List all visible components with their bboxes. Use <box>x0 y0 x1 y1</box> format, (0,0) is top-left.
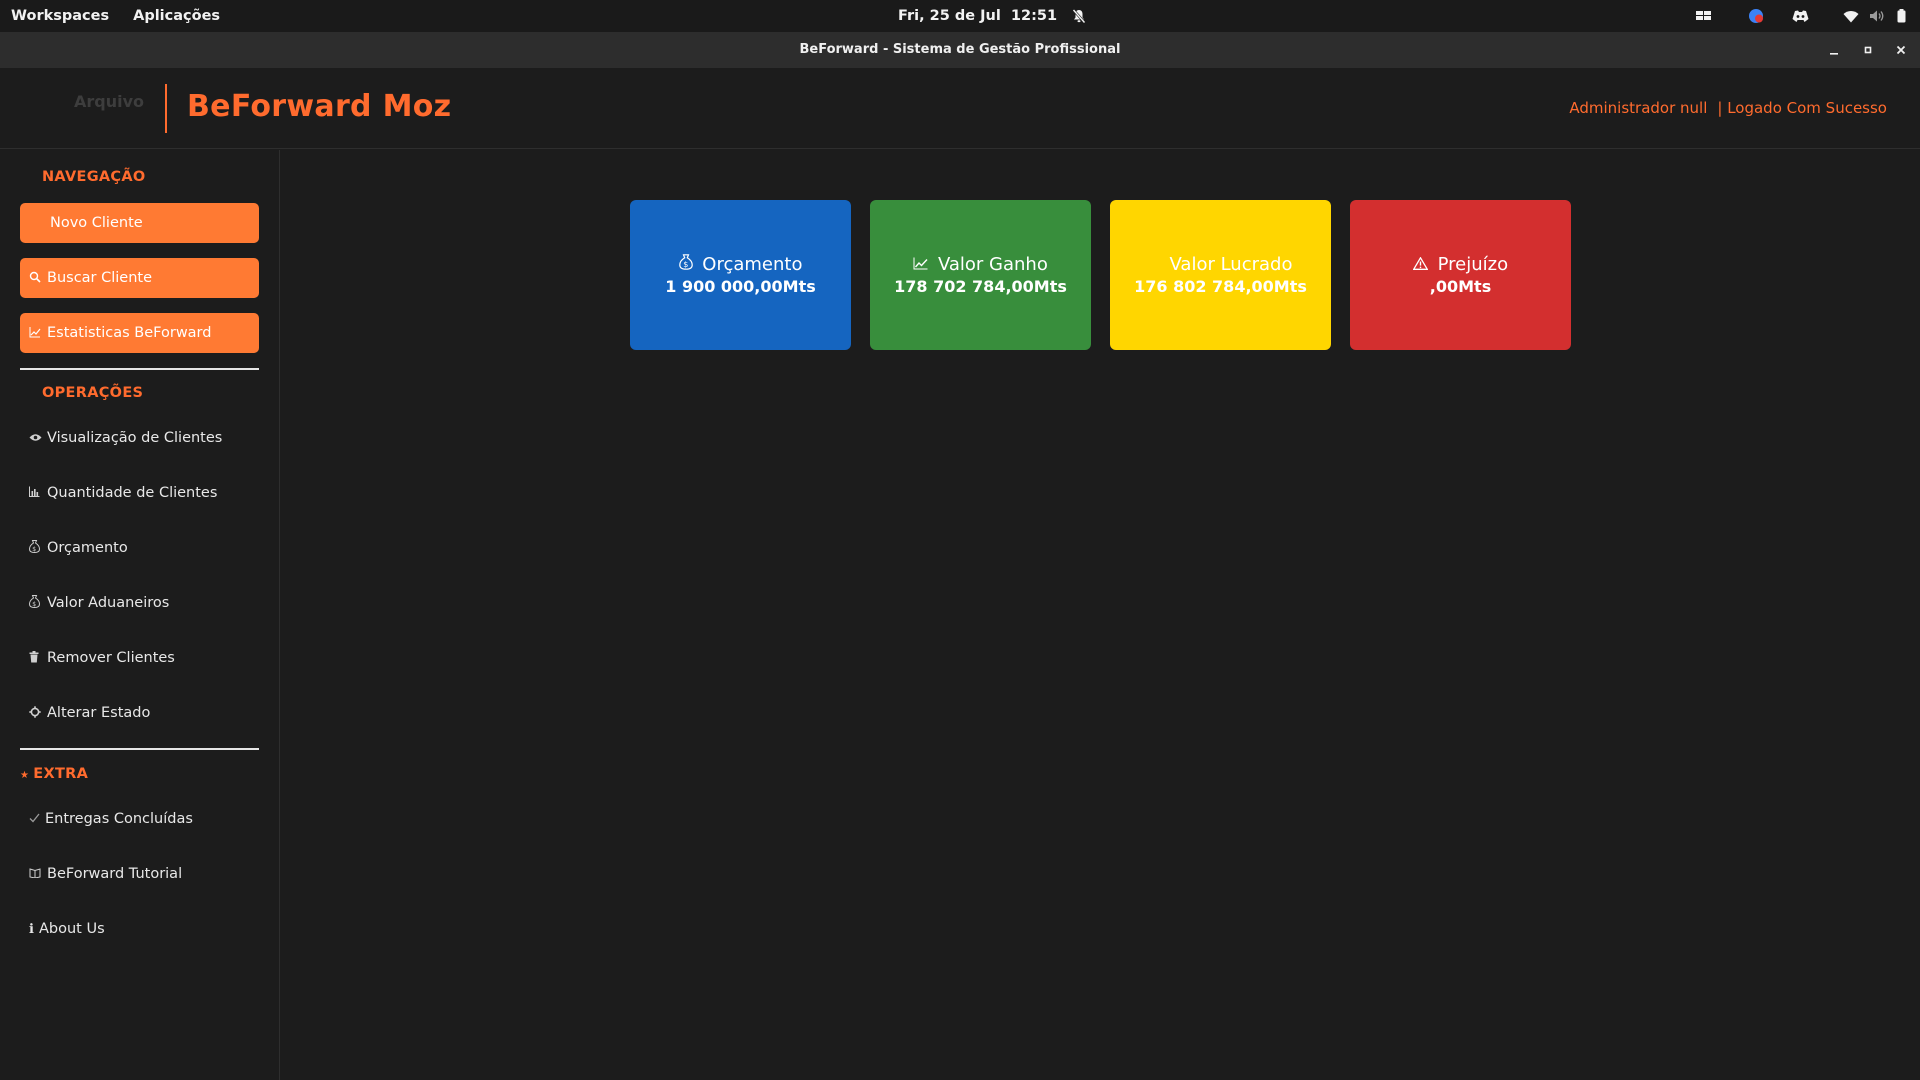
statistics-label: Estatisticas BeForward <box>47 325 212 341</box>
maximize-button[interactable] <box>1851 32 1885 68</box>
profit-card: Valor Lucrado 176 802 784,00Mts <box>1110 200 1331 350</box>
profit-card-title: Valor Lucrado <box>1149 254 1293 276</box>
window-title-bar[interactable]: BeForward - Sistema de Gestão Profission… <box>0 32 1920 68</box>
profit-card-value: 176 802 784,00Mts <box>1134 276 1307 296</box>
budget-card: $ Orçamento 1 900 000,00Mts <box>630 200 851 350</box>
bar-chart-icon <box>29 486 47 500</box>
close-button[interactable] <box>1884 32 1918 68</box>
header-divider <box>165 84 167 133</box>
chart-icon <box>29 326 47 341</box>
extra-section-label: EXTRA <box>33 766 89 782</box>
workspaces-menu[interactable]: Workspaces <box>11 8 109 24</box>
star-icon: ★ <box>20 770 30 781</box>
file-menu[interactable]: Arquivo <box>74 92 144 111</box>
loss-card-value: ,00Mts <box>1429 276 1492 296</box>
view-clients-item[interactable]: Visualização de Clientes <box>29 430 222 446</box>
profit-card-label: Valor Lucrado <box>1169 253 1293 275</box>
remove-clients-label: Remover Clientes <box>47 650 175 666</box>
app-header: Arquivo BeForward Moz Administrador null… <box>0 68 1920 149</box>
user-name: Administrador null <box>1569 99 1708 117</box>
tutorial-item[interactable]: BeForward Tutorial <box>29 866 182 882</box>
check-icon <box>29 813 45 826</box>
warning-icon <box>1412 256 1433 274</box>
notifications-muted-icon[interactable] <box>1071 0 1087 32</box>
customs-value-item[interactable]: $ Valor Aduaneiros <box>28 595 170 611</box>
new-client-label: Novo Cliente <box>50 215 143 231</box>
app-brand: BeForward Moz <box>187 89 452 124</box>
chart-up-icon <box>913 256 933 274</box>
remove-clients-item[interactable]: Remover Clientes <box>29 650 175 666</box>
trash-icon <box>29 650 47 666</box>
svg-text:$: $ <box>683 260 688 269</box>
discord-icon[interactable] <box>1792 0 1809 32</box>
about-us-item[interactable]: ℹ About Us <box>29 921 105 937</box>
clients-count-label: Quantidade de Clientes <box>47 485 218 501</box>
login-status: | Logado Com Sucesso <box>1717 99 1887 117</box>
earned-card-label: Valor Ganho <box>937 253 1048 275</box>
view-clients-label: Visualização de Clientes <box>47 430 223 446</box>
system-top-bar: Workspaces Aplicações Fri, 25 de Jul 12:… <box>0 0 1920 32</box>
new-client-button[interactable]: Novo Cliente <box>20 203 259 243</box>
sidebar: NAVEGAÇÃO Novo Cliente Buscar Cliente Es… <box>0 150 280 1080</box>
section-divider <box>20 368 259 370</box>
budget-label: Orçamento <box>47 540 128 556</box>
workspace-switcher-icon[interactable] <box>1696 0 1712 32</box>
earned-card-title: Valor Ganho <box>913 254 1048 276</box>
browser-icon[interactable] <box>1748 0 1764 32</box>
earned-card: Valor Ganho 178 702 784,00Mts <box>870 200 1091 350</box>
loss-card-title: Prejuízo <box>1412 253 1509 276</box>
earned-card-value: 178 702 784,00Mts <box>894 276 1067 296</box>
loss-card-label: Prejuízo <box>1437 253 1509 275</box>
navigation-section-title: NAVEGAÇÃO <box>42 169 146 185</box>
change-status-label: Alterar Estado <box>47 705 151 721</box>
change-status-item[interactable]: Alterar Estado <box>29 705 150 721</box>
statistics-button[interactable]: Estatisticas BeForward <box>20 313 259 353</box>
customs-value-label: Valor Aduaneiros <box>47 595 170 611</box>
battery-icon[interactable] <box>1897 0 1906 32</box>
budget-card-label: Orçamento <box>702 253 803 275</box>
section-divider <box>20 748 259 750</box>
gear-icon <box>29 705 47 721</box>
applications-menu[interactable]: Aplicações <box>133 8 220 24</box>
operations-section-title: OPERAÇÕES <box>42 385 144 401</box>
window-title: BeForward - Sistema de Gestão Profission… <box>799 42 1121 57</box>
budget-card-title: $ Orçamento <box>678 253 803 276</box>
wifi-icon[interactable] <box>1843 0 1859 32</box>
clock[interactable]: Fri, 25 de Jul 12:51 <box>898 8 1057 24</box>
tutorial-label: BeForward Tutorial <box>47 866 183 882</box>
svg-text:$: $ <box>32 601 36 608</box>
volume-icon[interactable] <box>1869 0 1885 32</box>
budget-item[interactable]: $ Orçamento <box>28 540 128 556</box>
search-icon <box>29 271 47 286</box>
info-icon: ℹ <box>29 921 34 937</box>
budget-card-value: 1 900 000,00Mts <box>665 276 816 296</box>
clients-count-item[interactable]: Quantidade de Clientes <box>29 485 217 501</box>
completed-deliveries-item[interactable]: Entregas Concluídas <box>29 811 193 827</box>
eye-icon <box>29 432 47 445</box>
user-status: Administrador null | Logado Com Sucesso <box>1569 99 1890 117</box>
loss-card: Prejuízo ,00Mts <box>1350 200 1571 350</box>
extra-section-title: ★ EXTRA <box>20 766 88 782</box>
minimize-button[interactable] <box>1817 32 1851 68</box>
search-client-label: Buscar Cliente <box>47 270 153 286</box>
completed-deliveries-label: Entregas Concluídas <box>45 811 193 827</box>
search-client-button[interactable]: Buscar Cliente <box>20 258 259 298</box>
book-icon <box>29 867 47 881</box>
money-bag-icon: $ <box>28 595 47 611</box>
money-bag-icon: $ <box>28 540 47 556</box>
money-bag-icon: $ <box>678 253 698 274</box>
svg-text:$: $ <box>32 546 36 553</box>
about-us-label: About Us <box>39 921 105 937</box>
